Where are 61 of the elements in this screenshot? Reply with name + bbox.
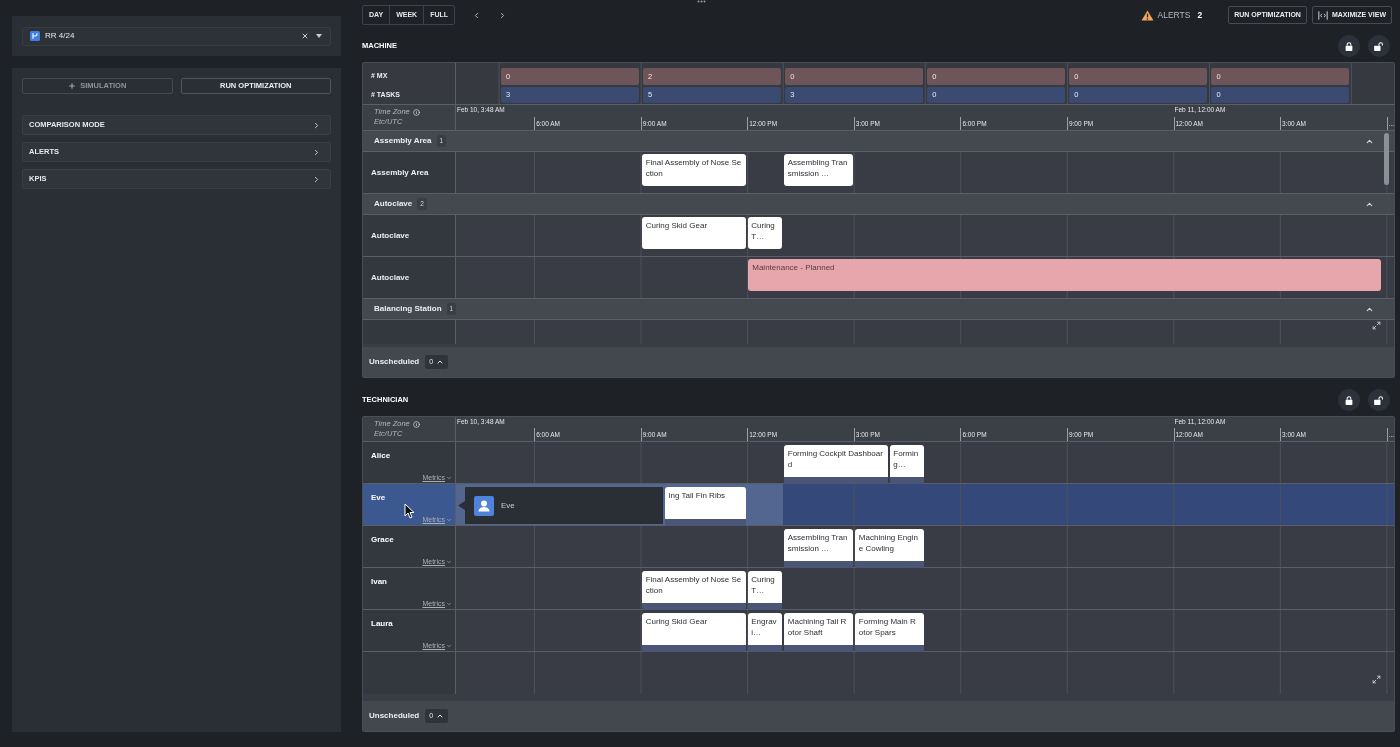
chevron-down-icon [446,474,452,481]
chevron-up-icon [436,712,445,720]
technician-name: Eve [371,493,387,503]
scrollbar-thumb[interactable] [1384,133,1389,185]
chevron-down-icon [446,516,452,523]
unscheduled-label: Unscheduled [369,710,420,722]
row-label: Assembly Area [363,152,456,193]
drag-handle-icon[interactable] [697,0,706,3]
task-card[interactable]: Machining Tail Rotor Shaft [783,613,853,652]
technician-name: Grace [371,535,395,545]
task-card[interactable]: Final Assembly of Nose Section [641,154,747,186]
group-name: Autoclave [374,198,413,210]
technician-name: Laura [371,619,394,629]
chevron-down-icon [446,558,452,565]
lock-button[interactable] [1338,35,1360,57]
unscheduled-label: Unscheduled [369,356,420,368]
task-card[interactable]: ing Tail Fin Ribs [664,487,747,526]
expand-icon[interactable] [1372,321,1381,330]
expand-icon[interactable] [1372,675,1381,684]
technician-name: Alice [371,451,392,461]
expand-horizontal-icon [1317,10,1328,20]
schedule-select[interactable]: RR 4/24 [22,26,331,46]
caret-down-icon[interactable] [316,34,322,38]
task-card[interactable]: Machining Engine Cowling [854,529,924,568]
unlock-button[interactable] [1368,35,1390,57]
unlock-icon [1374,41,1384,51]
warning-icon [1140,9,1154,21]
lock-button[interactable] [1338,389,1360,411]
chevron-up-icon [436,358,445,366]
hover-card-name: Eve [501,499,515,512]
task-card[interactable]: Engravi… [748,613,782,652]
task-card[interactable]: Forming Cockpit Dashboard [783,445,889,484]
lock-icon [1345,41,1353,51]
info-icon[interactable] [412,420,420,428]
chevron-down-icon [446,642,452,649]
cursor-icon [404,503,414,519]
info-icon[interactable] [412,108,420,116]
row-label: Autoclave [363,257,456,298]
close-icon[interactable] [301,32,309,40]
task-card[interactable]: Assembling Transmission … [783,529,853,568]
user-avatar-icon [474,495,494,516]
task-card[interactable]: Forming… [890,445,924,484]
unlock-icon [1374,395,1384,405]
maintenance-block[interactable]: Maintenance - Planned [748,259,1381,291]
task-card[interactable]: Final Assembly of Nose Section [641,571,747,610]
task-card[interactable]: Assembling Transmission … [783,154,853,186]
chevron-down-icon [446,600,452,607]
alerts-button[interactable]: ALERTS 2 [1140,6,1203,24]
unlock-button[interactable] [1368,389,1390,411]
plus-icon [68,82,77,90]
task-card[interactable]: Curing T… [748,571,782,610]
group-name: Balancing Station [374,303,442,315]
row-label: Autoclave [363,215,456,256]
task-card[interactable]: Forming Main Rotor Spars [854,613,924,652]
lock-icon [1345,395,1353,405]
branch-icon [30,31,40,41]
group-name: Assembly Area [374,135,432,147]
task-card[interactable]: Curing Skid Gear [641,217,747,249]
technician-name: Ivan [371,577,388,587]
task-card[interactable]: Curing T… [748,217,782,249]
task-card[interactable]: Curing Skid Gear [641,613,747,652]
